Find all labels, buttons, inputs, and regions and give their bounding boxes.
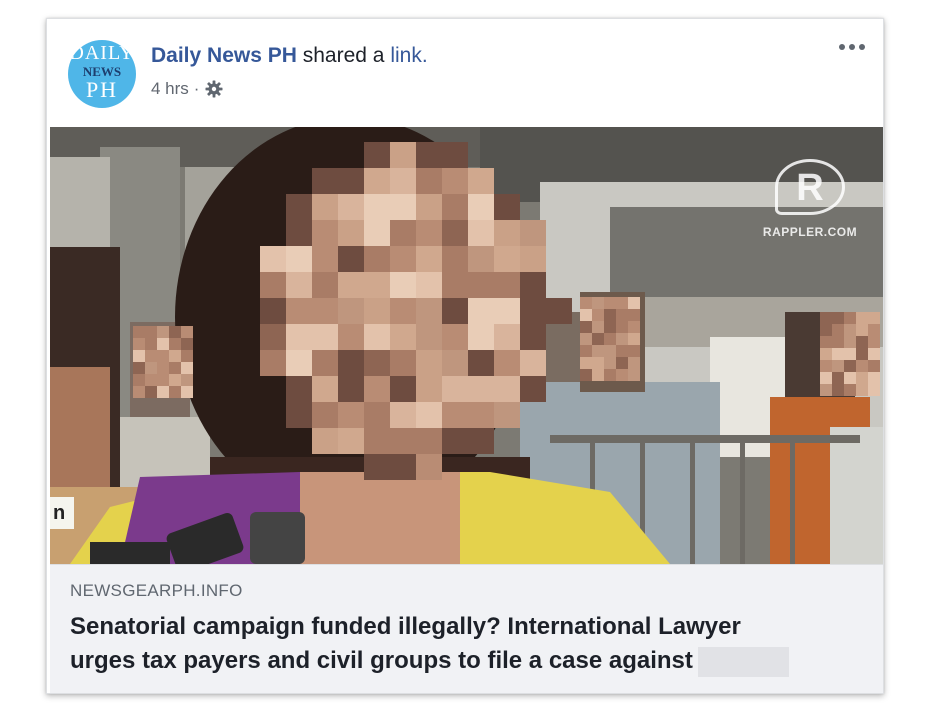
meta-separator: · [193, 79, 200, 98]
more-dot [839, 44, 845, 50]
headline-line-1: Senatorial campaign funded illegally? In… [70, 613, 741, 640]
watermark-letter: R [796, 167, 824, 209]
headline-line-2: urges tax payers and civil groups to fil… [70, 644, 870, 678]
action-text: shared a [302, 44, 391, 67]
link-preview-image[interactable]: R RAPPLER.COM n [50, 127, 883, 564]
redacted-name-box [697, 646, 789, 677]
link-domain: NEWSGEARPH.INFO [70, 581, 243, 600]
rappler-watermark: R RAPPLER.COM [760, 159, 860, 239]
more-dot [849, 44, 855, 50]
page-name-link[interactable]: Daily News PH [151, 44, 297, 67]
post-header: Daily News PH shared a link. [151, 44, 428, 68]
post-timestamp[interactable]: 4 hrs [151, 79, 189, 99]
more-options-icon[interactable] [835, 35, 869, 59]
avatar-text-line3: PH [85, 77, 119, 102]
avatar-text-line1: DAILY [69, 42, 135, 64]
headline-line-2-text: urges tax payers and civil groups to fil… [70, 647, 693, 674]
watermark-text: RAPPLER.COM [762, 225, 858, 239]
watermark-logo-icon: R [775, 159, 845, 215]
post-card: DAILY NEWS PH Daily News PH shared a lin… [46, 18, 884, 694]
page-avatar[interactable]: DAILY NEWS PH [68, 40, 136, 108]
link-headline[interactable]: Senatorial campaign funded illegally? In… [70, 610, 870, 678]
gear-icon[interactable] [204, 79, 224, 99]
more-dot [859, 44, 865, 50]
shared-link-link[interactable]: link. [390, 44, 427, 67]
link-caption[interactable]: NEWSGEARPH.INFO Senatorial campaign fund… [50, 564, 883, 693]
post-meta: 4 hrs · [151, 79, 224, 99]
corner-label: n [50, 497, 74, 529]
corner-label-text: n [53, 502, 66, 524]
